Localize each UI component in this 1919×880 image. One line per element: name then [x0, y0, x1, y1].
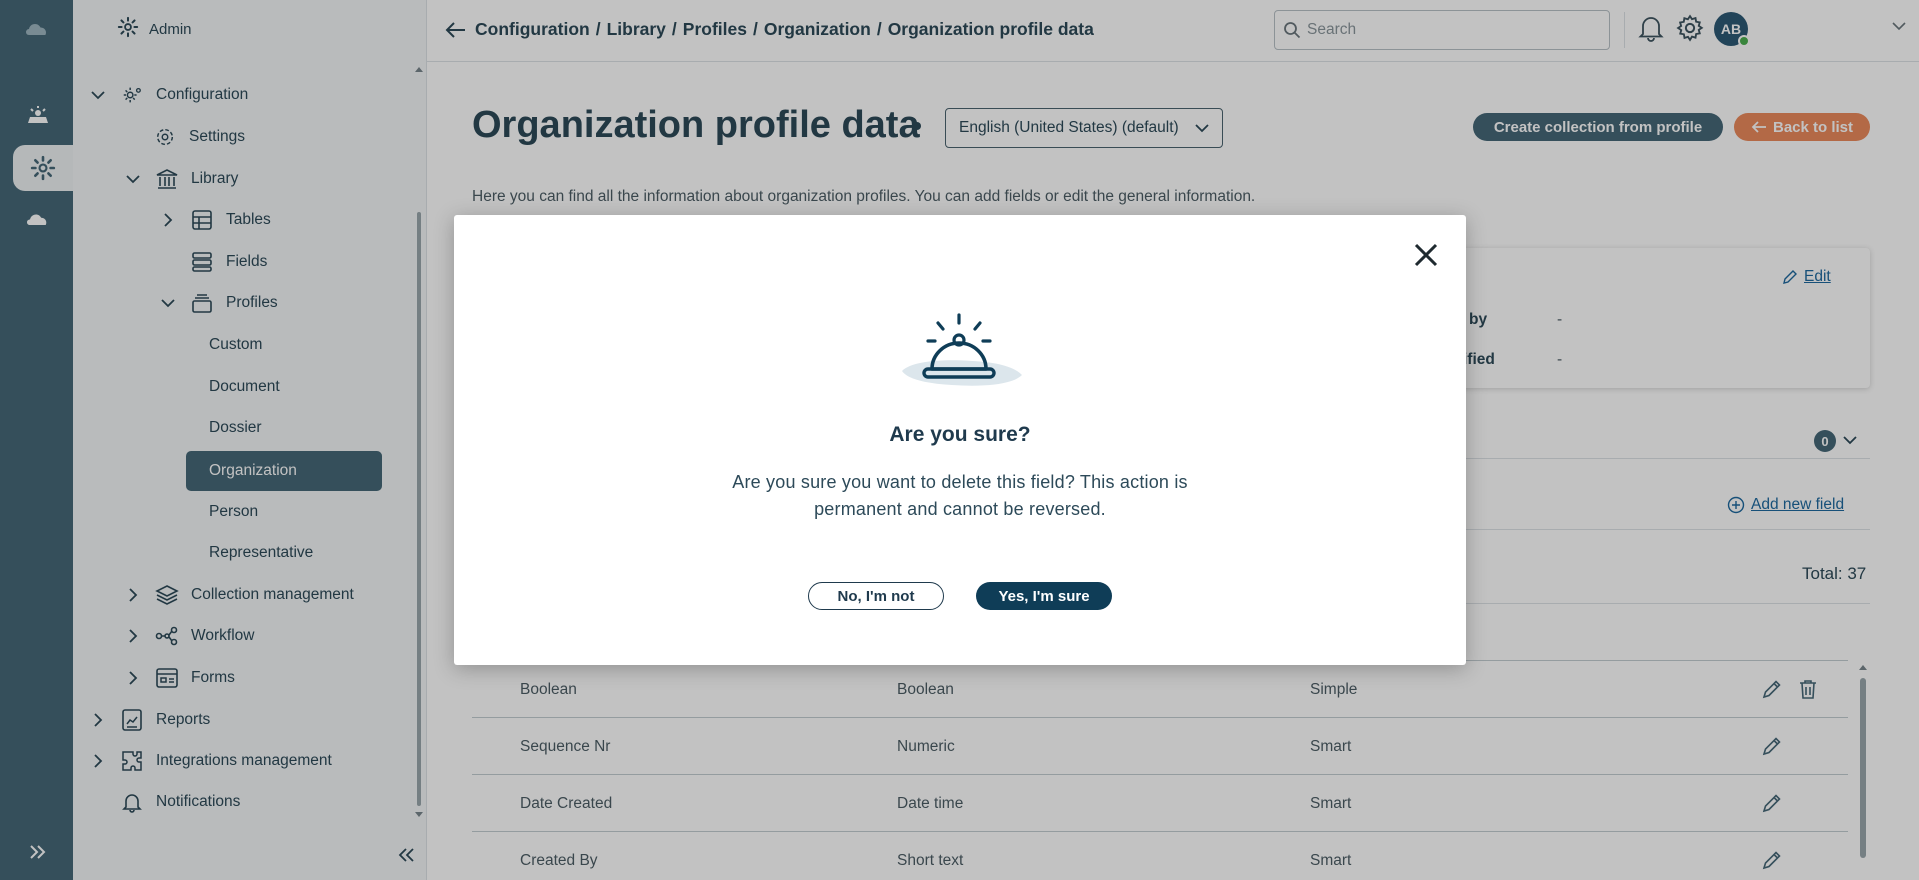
confirm-delete-button[interactable]: Yes, I'm sure — [976, 582, 1112, 610]
dialog-message: Are you sure you want to delete this fie… — [732, 472, 1188, 519]
cancel-button[interactable]: No, I'm not — [808, 582, 944, 610]
service-bell-icon — [902, 313, 1022, 386]
dialog-title: Are you sure? — [889, 423, 1031, 446]
close-icon[interactable] — [1412, 241, 1440, 269]
confirm-delete-dialog: Are you sure? Are you sure you want to d… — [454, 215, 1466, 665]
